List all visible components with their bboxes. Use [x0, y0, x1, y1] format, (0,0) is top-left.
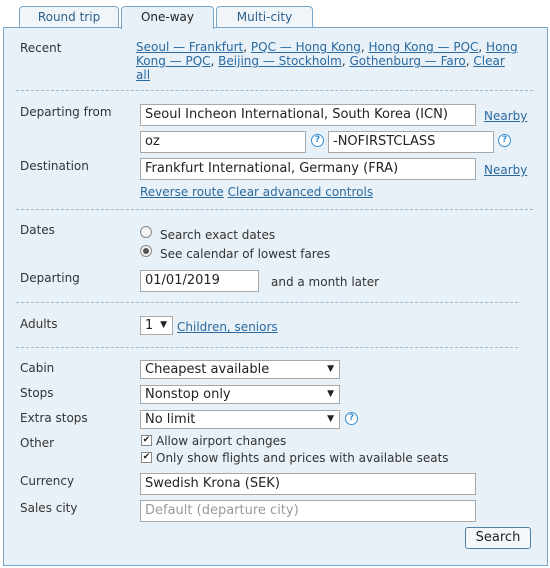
- destination-input[interactable]: Frankfurt International, Germany (FRA): [140, 158, 476, 180]
- stops-value: Nonstop only: [145, 387, 231, 402]
- departing-from-label: Departing from: [20, 105, 112, 119]
- allow-airport-changes-label: Allow airport changes: [156, 434, 287, 448]
- sales-city-input[interactable]: Default (departure city): [140, 500, 476, 522]
- extra-stops-label: Extra stops: [20, 411, 88, 425]
- advanced-links: Reverse route Clear advanced controls: [140, 185, 373, 199]
- clear-all-link[interactable]: all: [136, 68, 150, 82]
- chevron-down-icon: ▼: [327, 414, 334, 424]
- divider: [16, 209, 533, 210]
- currency-input[interactable]: Swedish Krona (SEK): [140, 473, 476, 495]
- recent-link[interactable]: Hong Kong — PQC: [368, 40, 478, 54]
- departing-from-input[interactable]: Seoul Incheon International, South Korea…: [140, 104, 476, 126]
- cabin-value: Cheapest available: [145, 362, 270, 377]
- tab-one-way[interactable]: One-way: [121, 6, 214, 29]
- adults-value: 1: [145, 318, 154, 333]
- clear-advanced-controls-link[interactable]: Clear advanced controls: [228, 185, 374, 199]
- children-seniors-link[interactable]: Children, seniors: [177, 320, 278, 334]
- stops-label: Stops: [20, 386, 54, 400]
- departing-date-suffix: and a month later: [271, 275, 380, 289]
- other-label: Other: [20, 436, 55, 450]
- divider: [16, 90, 533, 91]
- destination-nearby-link[interactable]: Nearby: [484, 163, 527, 177]
- departing-date-label: Departing: [20, 271, 80, 285]
- destination-label: Destination: [20, 159, 89, 173]
- tab-round-trip[interactable]: Round trip: [19, 6, 119, 28]
- divider: [16, 347, 518, 348]
- recent-label: Recent: [20, 41, 62, 55]
- adults-label: Adults: [20, 317, 58, 331]
- cabin-label: Cabin: [20, 361, 55, 375]
- routing-code-input[interactable]: oz: [140, 131, 306, 153]
- search-form-panel: Recent Seoul — Frankfurt, PQC — Hong Kon…: [3, 27, 548, 566]
- routing-help-icon[interactable]: ?: [311, 134, 324, 147]
- departing-date-input[interactable]: 01/01/2019: [140, 270, 259, 292]
- search-button[interactable]: Search: [465, 527, 531, 549]
- adults-select[interactable]: 1 ▼: [140, 316, 173, 335]
- clear-all-link[interactable]: Clear: [473, 54, 504, 68]
- extension-help-icon[interactable]: ?: [498, 134, 511, 147]
- only-available-label: Only show flights and prices with availa…: [156, 451, 449, 465]
- calendar-fares-radio[interactable]: [140, 245, 152, 257]
- chevron-down-icon: ▼: [327, 364, 334, 374]
- allow-airport-changes-checkbox[interactable]: ✔: [141, 435, 152, 446]
- recent-link[interactable]: Gothenburg — Faro: [349, 54, 465, 68]
- departing-nearby-link[interactable]: Nearby: [484, 109, 527, 123]
- stops-select[interactable]: Nonstop only ▼: [140, 385, 340, 404]
- extra-stops-value: No limit: [145, 412, 196, 427]
- exact-dates-radio[interactable]: [140, 226, 152, 238]
- dates-label: Dates: [20, 223, 55, 237]
- chevron-down-icon: ▼: [160, 320, 167, 330]
- recent-link[interactable]: Beijing — Stockholm: [218, 54, 342, 68]
- extra-stops-help-icon[interactable]: ?: [345, 412, 358, 425]
- extension-code-input[interactable]: -NOFIRSTCLASS: [328, 131, 494, 153]
- only-available-checkbox[interactable]: ✔: [141, 452, 152, 463]
- recent-link[interactable]: Kong — PQC: [136, 54, 211, 68]
- recent-link[interactable]: Seoul — Frankfurt: [136, 40, 243, 54]
- tab-multi-city[interactable]: Multi-city: [216, 6, 313, 28]
- chevron-down-icon: ▼: [327, 389, 334, 399]
- recent-searches: Seoul — Frankfurt, PQC — Hong Kong, Hong…: [136, 40, 518, 82]
- extra-stops-select[interactable]: No limit ▼: [140, 410, 340, 429]
- exact-dates-label: Search exact dates: [160, 228, 276, 242]
- reverse-route-link[interactable]: Reverse route: [140, 185, 224, 199]
- divider: [16, 302, 518, 303]
- recent-link[interactable]: PQC — Hong Kong: [251, 40, 361, 54]
- sales-city-label: Sales city: [20, 501, 78, 515]
- trip-type-tabs: Round trip One-way Multi-city: [0, 0, 550, 29]
- calendar-fares-label: See calendar of lowest fares: [160, 247, 331, 261]
- recent-link[interactable]: Hong: [486, 40, 518, 54]
- cabin-select[interactable]: Cheapest available ▼: [140, 360, 340, 379]
- currency-label: Currency: [20, 474, 75, 488]
